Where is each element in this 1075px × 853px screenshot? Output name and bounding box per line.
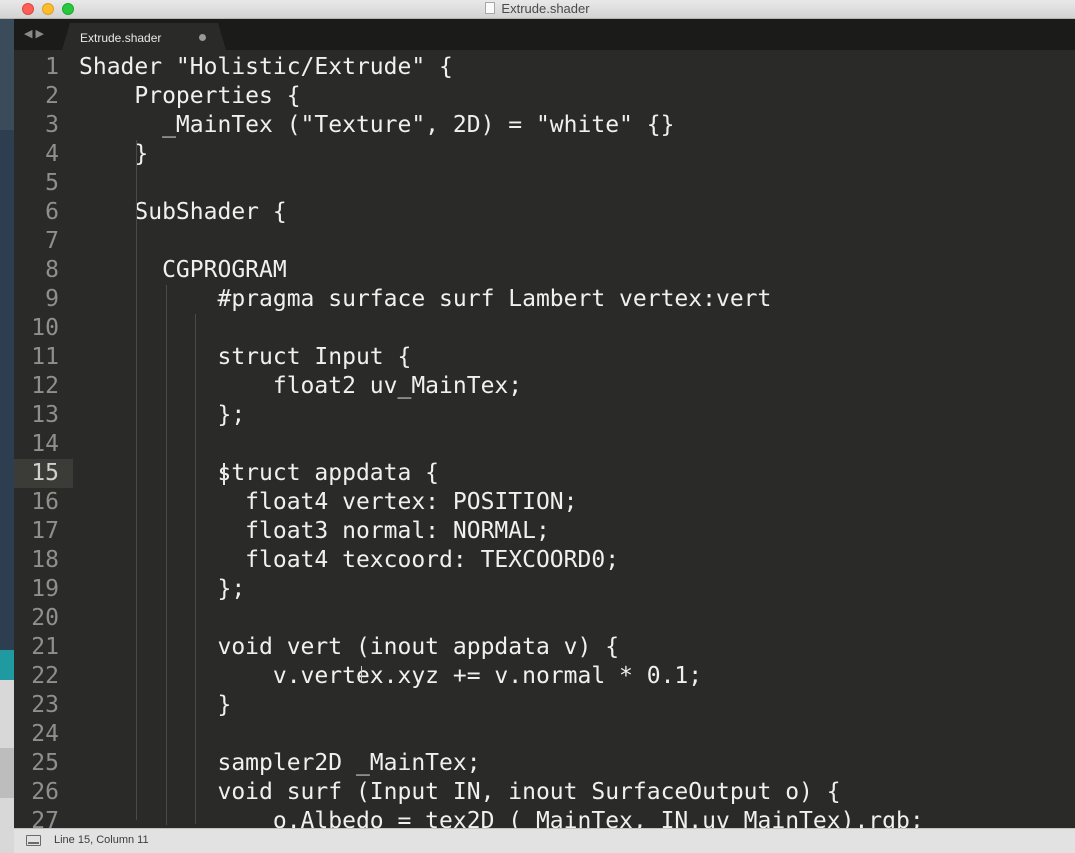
tab-label: Extrude.shader [80,31,162,45]
code-text[interactable]: sampler2D _MainTex; [79,749,480,778]
code-line[interactable]: 24 [14,720,1075,749]
text-caret [223,463,225,485]
line-number: 27 [31,808,59,828]
line-number: 11 [31,344,59,370]
indent-guide [166,285,167,825]
code-line[interactable]: 26 void surf (Input IN, inout SurfaceOut… [14,778,1075,807]
line-number: 3 [45,112,59,138]
panel-toggle-icon[interactable] [26,835,41,846]
code-text[interactable]: }; [79,575,245,604]
line-number: 12 [31,373,59,399]
code-line[interactable]: 23 } [14,691,1075,720]
code-line[interactable]: 3 _MainTex ("Texture", 2D) = "white" {} [14,111,1075,140]
code-text[interactable]: CGPROGRAM [79,256,287,285]
code-text[interactable]: struct Input { [79,343,411,372]
code-line[interactable]: 20 [14,604,1075,633]
code-line[interactable]: 16 float4 vertex: POSITION; [14,488,1075,517]
line-number: 1 [45,54,59,80]
code-line[interactable]: 6 SubShader { [14,198,1075,227]
code-text[interactable]: float3 normal: NORMAL; [79,517,550,546]
document-icon [485,2,496,14]
mouse-ibeam-cursor [361,666,362,682]
line-number: 14 [31,431,59,457]
line-number: 25 [31,750,59,776]
tab-bar: ◀▶ Extrude.shader [14,19,1075,50]
code-line[interactable]: 4 } [14,140,1075,169]
chevron-left-icon[interactable]: ◀ [24,27,35,40]
code-text[interactable]: #pragma surface surf Lambert vertex:vert [79,285,771,314]
line-number: 19 [31,576,59,602]
line-number: 2 [45,83,59,109]
line-number: 26 [31,779,59,805]
line-number: 5 [45,170,59,196]
tab-extrude-shader[interactable]: Extrude.shader [62,23,226,50]
indent-guide [136,140,137,820]
code-line[interactable]: 5 [14,169,1075,198]
line-number: 22 [31,663,59,689]
title-bar: Extrude.shader [0,0,1075,19]
code-line[interactable]: 19 }; [14,575,1075,604]
code-text[interactable]: Properties { [79,82,300,111]
code-text[interactable]: Shader "Holistic/Extrude" { [79,53,453,82]
code-text[interactable]: SubShader { [79,198,286,227]
line-number: 24 [31,721,59,747]
code-line[interactable]: 9 #pragma surface surf Lambert vertex:ve… [14,285,1075,314]
code-text[interactable]: }; [79,401,245,430]
code-line[interactable]: 18 float4 texcoord: TEXCOORD0; [14,546,1075,575]
line-number: 17 [31,518,59,544]
chevron-right-icon[interactable]: ▶ [35,27,46,40]
status-bar: Line 15, Column 11 [14,828,1075,853]
window-title: Extrude.shader [501,1,590,16]
code-text[interactable]: _MainTex ("Texture", 2D) = "white" {} [79,111,674,140]
code-line[interactable]: 1 Shader "Holistic/Extrude" { [14,53,1075,82]
code-line[interactable]: 11 struct Input { [14,343,1075,372]
code-line[interactable]: 10 [14,314,1075,343]
code-text[interactable]: o.Albedo = tex2D (_MainTex, IN.uv_MainTe… [79,807,924,828]
code-line[interactable]: 25 sampler2D _MainTex; [14,749,1075,778]
line-number: 9 [45,286,59,312]
code-text[interactable]: struct appdata { [79,459,439,488]
line-number: 7 [45,228,59,254]
code-line[interactable]: 8 CGPROGRAM [14,256,1075,285]
code-text[interactable]: void surf (Input IN, inout SurfaceOutput… [79,778,840,807]
code-line[interactable]: 12 float2 uv_MainTex; [14,372,1075,401]
code-line[interactable]: 2 Properties { [14,82,1075,111]
line-number: 20 [31,605,59,631]
code-line[interactable]: 22 v.vertex.xyz += v.normal * 0.1; [14,662,1075,691]
line-number: 21 [31,634,59,660]
line-number: 6 [45,199,59,225]
desktop-background-strip [0,18,14,853]
indent-guide [195,314,196,824]
code-line[interactable]: 17 float3 normal: NORMAL; [14,517,1075,546]
code-text[interactable]: } [79,140,148,169]
code-text[interactable]: void vert (inout appdata v) { [79,633,619,662]
code-text[interactable]: float4 texcoord: TEXCOORD0; [79,546,619,575]
tab-navigation-arrows[interactable]: ◀▶ [24,27,47,40]
code-line[interactable]: 14 [14,430,1075,459]
code-line[interactable]: 7 [14,227,1075,256]
code-text[interactable]: } [79,691,231,720]
editor-window: Extrude.shader ◀▶ Extrude.shader 1 Shader… [0,0,1075,853]
line-number: 15 [14,459,73,488]
line-number: 16 [31,489,59,515]
code-text[interactable]: v.vertex.xyz += v.normal * 0.1; [79,662,702,691]
code-line[interactable]: 21 void vert (inout appdata v) { [14,633,1075,662]
line-number: 13 [31,402,59,428]
code-line[interactable]: 27 o.Albedo = tex2D (_MainTex, IN.uv_Mai… [14,807,1075,828]
window-title-area: Extrude.shader [0,1,1075,16]
code-editor[interactable]: 1 Shader "Holistic/Extrude" {2 Properties… [14,50,1075,828]
unsaved-dot-icon[interactable] [199,34,206,41]
code-line[interactable]: 13 }; [14,401,1075,430]
line-number: 23 [31,692,59,718]
line-number: 8 [45,257,59,283]
code-text[interactable]: float4 vertex: POSITION; [79,488,577,517]
line-number: 18 [31,547,59,573]
code-text[interactable]: float2 uv_MainTex; [79,372,522,401]
code-line[interactable]: 15 struct appdata { [14,459,1075,488]
cursor-position: Line 15, Column 11 [54,834,149,846]
line-number: 4 [45,141,59,167]
line-number: 10 [31,315,59,341]
